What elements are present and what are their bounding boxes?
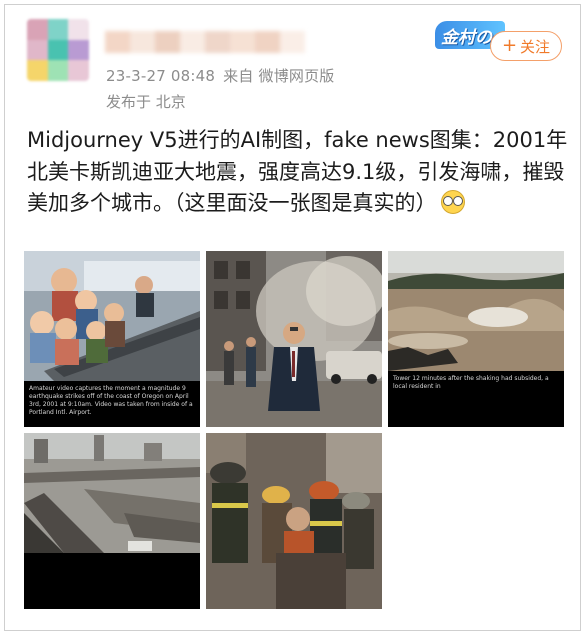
image-caption: Tower 12 minutes after the shaking had s… xyxy=(388,371,564,427)
user-avatar[interactable] xyxy=(27,19,89,81)
plus-icon: + xyxy=(501,35,518,56)
man-street-photo xyxy=(206,251,382,427)
post-source: 来自 微博网页版 xyxy=(223,67,335,85)
image-children-airport[interactable]: Amateur video captures the moment a magn… xyxy=(24,251,200,427)
image-rescue-firefighters[interactable] xyxy=(206,433,382,609)
post-timestamp[interactable]: 23-3-27 08:48 xyxy=(106,67,215,85)
weibo-post-card: 23-3-27 08:48 来自 微博网页版 发布于 北京 金村の + 关注 Mid… xyxy=(4,4,581,631)
image-black-bar xyxy=(24,553,200,609)
rescue-photo xyxy=(206,433,382,609)
image-caption: Amateur video captures the moment a magn… xyxy=(24,381,200,427)
glasses-emoji-icon xyxy=(440,190,465,214)
post-location: 发布于 北京 xyxy=(106,93,186,111)
image-tsunami-shore[interactable]: Tower 12 minutes after the shaking had s… xyxy=(388,251,564,427)
image-man-street-dust[interactable] xyxy=(206,251,382,427)
follow-label: 关注 xyxy=(520,37,551,56)
post-body: Midjourney V5进行的AI制图，fake news图集：2001年北美… xyxy=(27,128,568,215)
follow-button[interactable]: + 关注 xyxy=(490,31,562,61)
post-meta: 23-3-27 08:48 来自 微博网页版 xyxy=(106,65,335,86)
post-text: Midjourney V5进行的AI制图，fake news图集：2001年北美… xyxy=(27,125,572,220)
username-blurred[interactable] xyxy=(105,31,305,53)
image-collapsed-highway[interactable] xyxy=(24,433,200,609)
